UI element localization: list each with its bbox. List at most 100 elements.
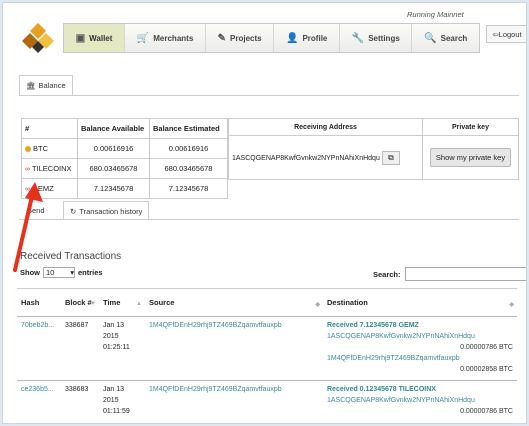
- col-header: Receiving Address: [228, 118, 423, 136]
- col-header: Balance Estimated: [149, 118, 228, 139]
- nav-label: Search: [440, 33, 468, 43]
- tab-divider: [19, 95, 519, 96]
- bank-icon: 🏛: [26, 81, 36, 90]
- copy-button[interactable]: ⧉: [381, 150, 400, 165]
- show-private-key-button[interactable]: Show my private key: [429, 148, 512, 167]
- coin-cell: ∞ TILECOINX: [21, 158, 78, 179]
- sort-icon: ◆: [315, 302, 320, 308]
- destination-address-link[interactable]: 1ASCQGENAP8KwfGvnkw2NYPnNAhiXnHdqu: [327, 331, 513, 342]
- coin-name: TILECOINX: [31, 164, 72, 173]
- nav-label: Wallet: [89, 33, 113, 43]
- nav-label: Settings: [368, 33, 400, 43]
- user-icon: 👤: [286, 32, 299, 44]
- col-block[interactable]: Block # ▼: [61, 288, 99, 317]
- annotation-arrow-icon: [13, 182, 43, 272]
- tab-balance[interactable]: 🏛 Balance: [19, 75, 73, 95]
- search-label: Search:: [373, 269, 401, 279]
- col-source[interactable]: Source ◆: [145, 288, 323, 317]
- logout-label: Logout: [498, 29, 522, 39]
- cart-icon: 🛒: [136, 32, 150, 44]
- time-line: 2015: [103, 397, 119, 404]
- col-header: #: [21, 118, 78, 139]
- available-cell: 680.03465678: [77, 158, 150, 179]
- col-label: Time: [103, 298, 121, 307]
- tab-label: Transaction history: [79, 206, 143, 216]
- time-line: 2015: [103, 333, 119, 340]
- main-nav: ▣ Wallet 🛒 Merchants ✎ Projects 👤 Profil…: [63, 23, 480, 53]
- col-label: Source: [149, 298, 175, 307]
- col-header: Balance Available: [77, 118, 150, 139]
- token-icon: ∞: [25, 166, 30, 173]
- destination-cell: Received 0.12345678 TILECOINX 1ASCQGENAP…: [323, 380, 517, 423]
- destination-address-link[interactable]: 1ASCQGENAP8KwfGvnkw2NYPnNAhiXnHdqu: [327, 395, 513, 406]
- receiving-address: 1ASCQGENAP8KwfGvnkw2NYPnNAhiXnHdqu: [232, 154, 380, 162]
- nav-profile[interactable]: 👤 Profile: [274, 24, 341, 52]
- nav-search[interactable]: 🔍 Search: [412, 24, 480, 52]
- table-row: ce236b5... 338683 Jan 13 2015 01:11:59 1…: [17, 380, 517, 423]
- wrench-icon: 🔧: [351, 32, 365, 44]
- sort-icon: ▼: [90, 301, 96, 307]
- address-cell: 1ASCQGENAP8KwfGvnkw2NYPnNAhiXnHdqu ⧉: [228, 135, 423, 180]
- col-label: Hash: [21, 298, 40, 307]
- output-amount: 0.00000786 BTC: [460, 344, 513, 351]
- tx-hash-link[interactable]: ce236b5...: [17, 380, 61, 423]
- estimated-cell: 0.00616916: [149, 138, 228, 159]
- col-time[interactable]: Time ▲: [99, 288, 145, 317]
- edit-icon: ✎: [217, 32, 227, 44]
- source-address-link[interactable]: 1M4QFfDEnH29rhj9TZ469BZqamvtfauxpb: [145, 380, 323, 423]
- time-cell: Jan 13 2015 01:25:11: [99, 316, 145, 381]
- nav-projects[interactable]: ✎ Projects: [205, 24, 275, 52]
- col-destination[interactable]: Destination ◆: [323, 288, 517, 317]
- chevron-down-icon: ▾: [70, 268, 74, 277]
- wallet-icon: ▣: [75, 32, 86, 44]
- tab-transaction-history[interactable]: ↻ Transaction history: [63, 201, 150, 220]
- estimated-cell: 680.03465678: [149, 158, 228, 179]
- nav-label: Projects: [230, 33, 262, 43]
- col-label: Destination: [327, 298, 368, 307]
- tab-label: Balance: [38, 81, 66, 90]
- col-hash[interactable]: Hash: [17, 288, 61, 317]
- nav-label: Merchants: [153, 33, 194, 43]
- table-row: 70beb2b... 338687 Jan 13 2015 01:25:11 1…: [17, 316, 517, 381]
- source-address-link[interactable]: 1M4QFfDEnH29rhj9TZ469BZqamvtfauxpb: [145, 316, 323, 381]
- received-amount: Received 0.12345678 TILECOINX: [327, 386, 436, 393]
- search-input[interactable]: [404, 267, 526, 281]
- destination-address-link[interactable]: 1M4QFfDEnH29rhj9TZ469BZqamvtfauxpb: [327, 353, 513, 364]
- time-cell: Jan 13 2015 01:11:59: [99, 380, 145, 423]
- history-icon: ↻: [70, 206, 77, 216]
- search-icon: 🔍: [424, 32, 437, 44]
- network-status: Running Mainnet: [407, 10, 464, 19]
- coin-cell: BTC: [21, 138, 78, 159]
- sort-icon: ◆: [509, 302, 514, 308]
- tab-divider: [19, 219, 519, 220]
- app-window: Running Mainnet ▣ Wallet 🛒 Merchants ✎ P…: [2, 2, 527, 424]
- table-row: ∞ TILECOINX 680.03465678 680.03465678: [21, 158, 228, 179]
- logout-button[interactable]: ⇦ Logout: [486, 25, 526, 43]
- time-line: 01:11:59: [103, 408, 130, 415]
- nav-settings[interactable]: 🔧 Settings: [340, 24, 413, 52]
- tx-hash-link[interactable]: 70beb2b...: [17, 316, 61, 381]
- nav-wallet[interactable]: ▣ Wallet: [64, 24, 126, 52]
- copy-icon: ⧉: [387, 152, 394, 162]
- nav-merchants[interactable]: 🛒 Merchants: [125, 24, 206, 52]
- time-line: Jan 13: [103, 386, 125, 393]
- destination-cell: Received 7.12345678 GEMZ 1ASCQGENAP8KwfG…: [323, 316, 517, 381]
- estimated-cell: 7.12345678: [149, 178, 228, 199]
- address-table: Receiving Address Private key 1ASCQGENAP…: [228, 118, 519, 180]
- time-line: 01:25:11: [103, 344, 130, 351]
- entries-label: entries: [78, 268, 103, 277]
- output-amount: 0.00002858 BTC: [460, 366, 513, 373]
- nav-label: Profile: [302, 33, 328, 43]
- available-cell: 0.00616916: [77, 138, 150, 159]
- col-header: Private key: [422, 118, 519, 136]
- btc-icon: [25, 146, 31, 153]
- sort-icon: ▲: [136, 301, 142, 307]
- transactions-table: Hash Block # ▼ Time ▲ Source ◆ Destination ◆…: [17, 288, 517, 423]
- private-key-cell: Show my private key: [422, 135, 519, 180]
- available-cell: 7.12345678: [77, 178, 150, 199]
- output-amount: 0.00000786 BTC: [460, 408, 513, 415]
- logo-icon: [22, 23, 54, 53]
- received-amount: Received 7.12345678 GEMZ: [327, 322, 419, 329]
- table-row: BTC 0.00616916 0.00616916: [21, 138, 228, 159]
- block-cell: 338683: [61, 380, 99, 423]
